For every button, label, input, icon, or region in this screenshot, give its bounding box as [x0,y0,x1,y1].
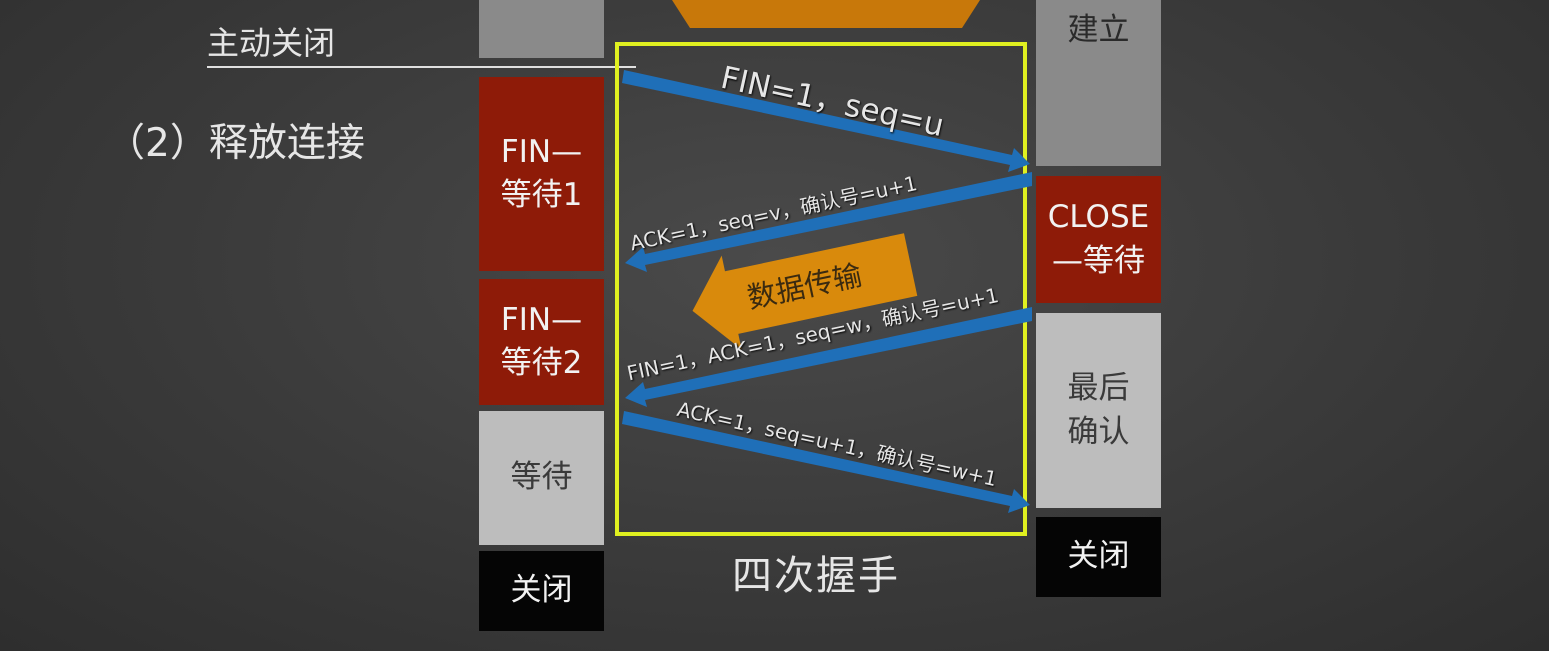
server-state-last-ack: 最后 确认 [1036,313,1161,508]
top-orange-arrow [672,0,980,28]
client-state-closed: 关闭 [479,551,604,631]
server-state-close-wait: CLOSE —等待 [1036,176,1161,303]
server-state-closed: 关闭 [1036,517,1161,597]
client-state-fin-wait-2: FIN— 等待2 [479,279,604,405]
server-state-established: 连接已 建立 [1036,0,1161,166]
caption: 四次握手 [732,553,900,599]
section-title: （2）释放连接 [106,121,365,166]
active-close-label: 主动关闭 [207,24,336,62]
client-state-fin-wait-1: FIN— 等待1 [479,77,604,271]
client-state-established [479,0,604,58]
client-state-time-wait: 等待 [479,411,604,545]
